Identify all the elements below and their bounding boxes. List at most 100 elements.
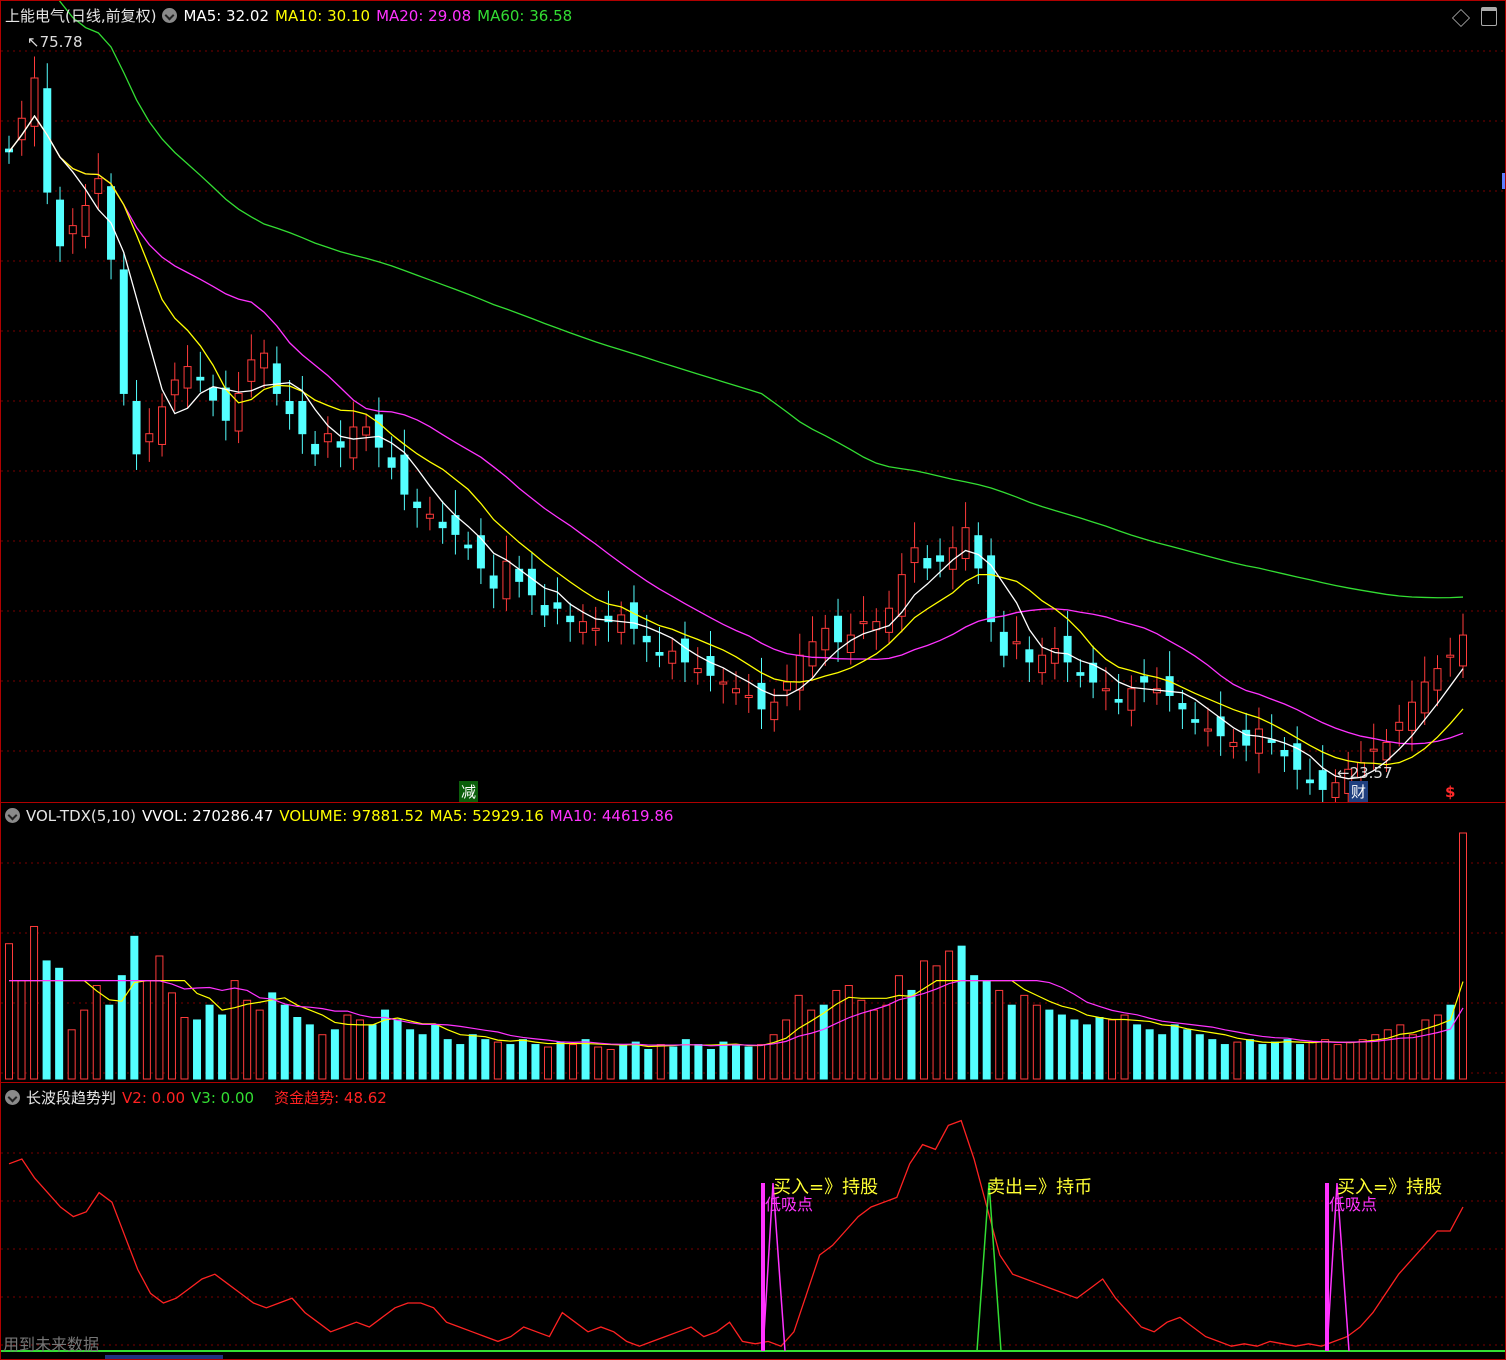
up-candle: [1433, 668, 1442, 691]
down-candle: [629, 602, 638, 629]
down-candle: [413, 501, 422, 509]
volume-bar: [719, 1041, 728, 1080]
vol-ma10-value: MA10: 44619.86: [549, 807, 674, 825]
down-candle: [1114, 698, 1123, 703]
up-candle: [770, 701, 779, 721]
financial-report-tag[interactable]: 财: [1349, 781, 1369, 802]
down-candle: [464, 544, 473, 549]
up-candle: [1229, 741, 1238, 747]
up-candle: [885, 607, 894, 633]
candlestick-chart: [1, 1, 1505, 802]
up-candle: [158, 406, 167, 445]
volume-bar: [1270, 1041, 1279, 1080]
up-candle: [234, 392, 243, 432]
volume-bar: [406, 1029, 415, 1080]
volume-bar: [117, 975, 126, 1080]
indicator-chart-panel[interactable]: 长波段趋势判 V2: 0.00 V3: 0.00 资金趋势: 48.62 买入=》持股…: [0, 1083, 1506, 1360]
chevron-down-icon[interactable]: [5, 1090, 20, 1105]
up-candle: [783, 681, 792, 691]
volume-bar: [1045, 1009, 1054, 1080]
down-candle: [540, 605, 549, 616]
indicator-panel-header: 长波段趋势判 V2: 0.00 V3: 0.00 资金趋势: 48.62: [5, 1087, 393, 1108]
chevron-down-icon[interactable]: [162, 8, 178, 23]
dividend-tag[interactable]: $: [1443, 783, 1457, 801]
volume-chart-panel[interactable]: VOL-TDX(5,10) VVOL: 270286.47 VOLUME: 9788…: [0, 803, 1506, 1083]
price-chart-panel[interactable]: 上能电气(日线,前复权) MA5: 32.02 MA10: 30.10 MA20: 2…: [0, 0, 1506, 803]
up-candle: [744, 694, 753, 698]
volume-bar: [1183, 1029, 1192, 1080]
down-candle: [1076, 672, 1085, 676]
restore-window-icon[interactable]: [1481, 7, 1497, 26]
indicator-title[interactable]: 长波段趋势判: [26, 1089, 116, 1107]
volume-bar: [957, 945, 966, 1080]
volume-bar: [744, 1046, 753, 1080]
volume-bar: [1296, 1044, 1305, 1080]
volume-bar: [995, 989, 1004, 1080]
up-candle: [425, 513, 434, 519]
down-candle: [400, 454, 409, 495]
down-candle: [132, 400, 141, 455]
down-candle: [285, 400, 294, 415]
up-candle: [1331, 782, 1340, 798]
volume-bar: [1208, 1039, 1217, 1080]
volume-bar: [1408, 1034, 1417, 1080]
volume-bar: [644, 1048, 653, 1080]
volume-bar: [1032, 1004, 1041, 1080]
fund-trend-line: [8, 1119, 1464, 1347]
ma20-line: [8, 114, 1464, 745]
volume-bar: [619, 1044, 628, 1080]
down-candle: [209, 387, 218, 401]
volume-bar: [1158, 1034, 1167, 1080]
volume-bar: [218, 1014, 227, 1080]
ma10-line: [8, 114, 1464, 766]
stock-title[interactable]: 上能电气(日线,前复权): [5, 7, 156, 25]
volume-bar: [280, 1004, 289, 1080]
chevron-down-icon[interactable]: [5, 808, 20, 823]
volume-bar: [481, 1039, 490, 1080]
volume-bar: [456, 1044, 465, 1080]
up-candle: [910, 547, 919, 564]
volume-bar: [243, 999, 252, 1080]
up-candle: [502, 560, 511, 600]
down-candle: [655, 652, 664, 656]
down-candle: [680, 638, 689, 663]
volume-bar: [982, 980, 991, 1080]
down-candle: [298, 400, 307, 435]
volume-bar: [1095, 1017, 1104, 1080]
volume-bar: [30, 925, 39, 1080]
low-buy-point-label: 低吸点: [1329, 1195, 1378, 1214]
volume-bar: [681, 1039, 690, 1080]
volume-bar: [180, 1017, 189, 1080]
reduce-holding-tag[interactable]: 减: [459, 781, 479, 802]
down-candle: [834, 615, 843, 643]
date-scroll-chip[interactable]: [105, 1355, 223, 1359]
diamond-icon[interactable]: [1451, 8, 1471, 28]
up-candle: [183, 366, 192, 389]
volume-bar: [569, 1044, 578, 1080]
volume-bar: [193, 1019, 202, 1080]
volume-bar: [355, 1019, 364, 1080]
volume-bar: [130, 935, 139, 1080]
volume-bar: [443, 1039, 452, 1080]
price-panel-header: 上能电气(日线,前复权) MA5: 32.02 MA10: 30.10 MA20: 2…: [5, 5, 578, 26]
volume-bar: [631, 1041, 640, 1080]
up-candle: [81, 205, 90, 237]
down-candle: [974, 535, 983, 569]
down-candle: [1242, 729, 1251, 746]
up-candle: [693, 668, 702, 674]
volume-bar: [368, 1024, 377, 1080]
volume-bar: [1283, 1039, 1292, 1080]
up-candle: [94, 178, 103, 194]
volume-title[interactable]: VOL-TDX(5,10): [26, 807, 136, 825]
up-candle: [821, 627, 830, 651]
trend-indicator-chart: [1, 1119, 1505, 1352]
volume-bar: [105, 1004, 114, 1080]
down-candle: [56, 199, 65, 247]
down-candle: [119, 269, 128, 394]
volume-bar: [518, 1039, 527, 1080]
down-candle: [706, 656, 715, 676]
up-candle: [145, 433, 154, 443]
volume-bar: [970, 975, 979, 1080]
down-candle: [489, 575, 498, 589]
volume-panel-header: VOL-TDX(5,10) VVOL: 270286.47 VOLUME: 9788…: [5, 807, 679, 825]
